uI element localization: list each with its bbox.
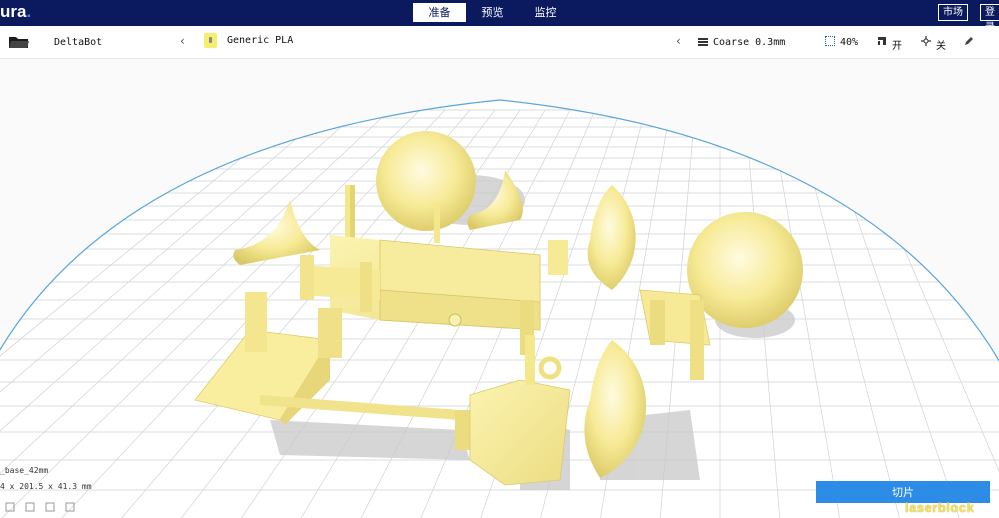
logo-dot: . (26, 2, 32, 21)
model-dimensions: 4 x 201.5 x 41.3 mm (0, 482, 92, 491)
material-spool-icon (204, 33, 217, 48)
watermark-text: laserblock (905, 500, 975, 515)
tab-prepare[interactable]: 准备 (413, 3, 466, 22)
print-profile[interactable]: Coarse 0.3mm (713, 37, 785, 48)
3d-viewport[interactable] (0, 60, 999, 518)
adhesion-value[interactable]: 关 (936, 37, 946, 52)
model-name: _base_42mm (0, 466, 49, 475)
chevron-left-icon[interactable]: ‹ (180, 34, 185, 48)
infill-icon (825, 36, 835, 46)
printer-name[interactable]: DeltaBot (54, 37, 102, 48)
tab-monitor[interactable]: 监控 (519, 3, 572, 22)
print-profile-icon (698, 38, 708, 46)
support-icon (878, 37, 886, 45)
header-bar: ura. 准备 预览 监控 市场 登录 (0, 0, 999, 33)
sphere-model[interactable] (376, 131, 476, 231)
chevron-left-icon[interactable]: ‹ (676, 34, 681, 48)
sphere-model[interactable] (687, 212, 803, 328)
tab-preview[interactable]: 预览 (466, 3, 519, 22)
app-logo: ura. (0, 2, 31, 22)
support-value[interactable]: 开 (892, 37, 902, 52)
logo-text: ura (0, 2, 27, 21)
marketplace-button[interactable]: 市场 (938, 4, 968, 21)
job-toolbar: DeltaBot ‹ Generic PLA ‹ Coarse 0.3mm 40… (0, 26, 999, 59)
login-button[interactable]: 登录 (980, 4, 999, 33)
edit-pencil-icon[interactable] (964, 36, 974, 46)
adhesion-icon (921, 36, 931, 46)
infill-value[interactable]: 40% (840, 37, 858, 48)
stage-tabs: 准备 预览 监控 (413, 3, 572, 22)
material-name[interactable]: Generic PLA (227, 35, 293, 46)
open-file-icon[interactable] (8, 35, 30, 49)
object-tools-icon[interactable] (2, 500, 82, 514)
